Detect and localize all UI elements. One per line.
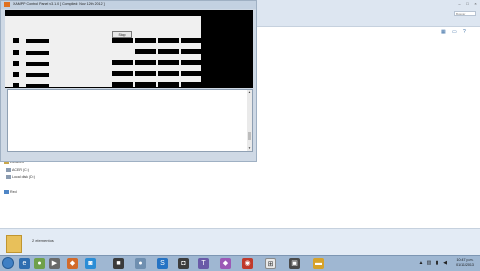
app-icon[interactable]: ▣	[289, 258, 300, 269]
explorer-header: – □ × Buscar	[254, 0, 480, 27]
clock-date: 01/11/2013	[456, 263, 474, 267]
ie-icon[interactable]: e	[19, 258, 30, 269]
nav-item-network[interactable]: Red	[4, 190, 17, 195]
preview-pane-icon[interactable]: ▭	[452, 30, 457, 35]
service-checkbox[interactable]	[13, 72, 19, 77]
close-icon[interactable]: ×	[472, 1, 479, 6]
volume-tray-icon[interactable]: ◀	[442, 260, 448, 267]
xampp-logo-icon	[4, 2, 10, 7]
network-tray-icon[interactable]: ▥	[426, 260, 432, 267]
skype-icon[interactable]: S	[157, 258, 168, 269]
tray-arrow-icon[interactable]: ▲	[418, 260, 424, 267]
module-label	[26, 62, 49, 66]
drive-icon	[6, 168, 11, 173]
view-options-icon[interactable]: ▦	[441, 30, 446, 35]
action-cell[interactable]	[158, 60, 179, 65]
action-cell[interactable]	[181, 71, 202, 76]
xampp-taskbar-icon[interactable]: ⊞	[265, 258, 276, 269]
modules-panel	[5, 16, 202, 88]
port-cell	[135, 71, 156, 76]
module-label	[26, 73, 49, 77]
action-cell[interactable]	[181, 49, 202, 54]
service-checkbox[interactable]	[13, 61, 19, 66]
app-icon[interactable]: ◆	[67, 258, 78, 269]
scroll-up-icon[interactable]: ▲	[247, 90, 252, 95]
scroll-thumb[interactable]	[248, 132, 251, 140]
nav-item-local-disk[interactable]: Local disk (D:)	[6, 175, 35, 180]
system-clock[interactable]: 10:47 p.m. 01/11/2013	[452, 258, 478, 268]
service-checkbox[interactable]	[13, 38, 19, 43]
service-checkbox[interactable]	[13, 50, 19, 55]
details-pane: 2 elementos	[0, 228, 480, 256]
app-icon[interactable]: ◙	[85, 258, 96, 269]
app-icon[interactable]: ■	[113, 258, 124, 269]
port-cell	[135, 38, 156, 43]
drive-icon	[6, 175, 11, 180]
action-cell[interactable]	[158, 71, 179, 76]
app-icon[interactable]: T	[198, 258, 209, 269]
maximize-icon[interactable]: □	[464, 1, 471, 6]
taskbar: e ● ▶ ◆ ◙ ■ ● S ◘ T ◆ ◉ ⊞ ▣ ▬ ▲ ▥ ▮ ◀ 10…	[0, 255, 480, 271]
app-icon[interactable]: ◉	[242, 258, 253, 269]
app-icon[interactable]: ◆	[220, 258, 231, 269]
action-cell[interactable]	[158, 49, 179, 54]
action-cell[interactable]	[181, 38, 202, 43]
module-label	[26, 51, 49, 55]
folder-icon	[6, 235, 22, 253]
search-input[interactable]: Buscar	[454, 11, 476, 16]
scroll-down-icon[interactable]: ▼	[247, 146, 252, 151]
app-icon[interactable]: ●	[135, 258, 146, 269]
port-cell	[135, 82, 156, 87]
window-title: XAMPP Control Panel v3.1.0 [ Compiled: N…	[13, 2, 105, 6]
explorer-taskbar-icon[interactable]: ▬	[313, 258, 324, 269]
module-label	[26, 39, 49, 43]
action-cell[interactable]	[158, 38, 179, 43]
network-icon	[4, 190, 9, 195]
log-area[interactable]: ▲ ▼	[7, 89, 253, 152]
pid-cell	[112, 38, 133, 43]
action-cell[interactable]	[181, 82, 202, 87]
service-checkbox[interactable]	[13, 83, 19, 88]
action-cell[interactable]	[181, 60, 202, 65]
xampp-titlebar[interactable]: XAMPP Control Panel v3.1.0 [ Compiled: N…	[1, 1, 256, 9]
port-cell	[135, 49, 156, 54]
pid-cell	[112, 82, 133, 87]
app-icon[interactable]: ◘	[178, 258, 189, 269]
log-scrollbar[interactable]: ▲ ▼	[247, 90, 252, 151]
nav-item-acer[interactable]: ACER (C:)	[6, 168, 29, 173]
pid-cell	[112, 60, 133, 65]
xampp-window: XAMPP Control Panel v3.1.0 [ Compiled: N…	[0, 0, 257, 162]
minimize-icon[interactable]: –	[456, 1, 463, 6]
battery-tray-icon[interactable]: ▮	[434, 260, 440, 267]
port-cell	[135, 60, 156, 65]
help-icon[interactable]: ?	[463, 30, 468, 35]
stop-button[interactable]: Stop	[112, 31, 132, 38]
action-cell[interactable]	[158, 82, 179, 87]
chrome-icon[interactable]: ●	[34, 258, 45, 269]
item-count: 2 elementos	[32, 238, 54, 243]
pid-cell	[112, 71, 133, 76]
module-label	[26, 84, 49, 88]
media-player-icon[interactable]: ▶	[49, 258, 60, 269]
start-button[interactable]	[2, 257, 14, 269]
